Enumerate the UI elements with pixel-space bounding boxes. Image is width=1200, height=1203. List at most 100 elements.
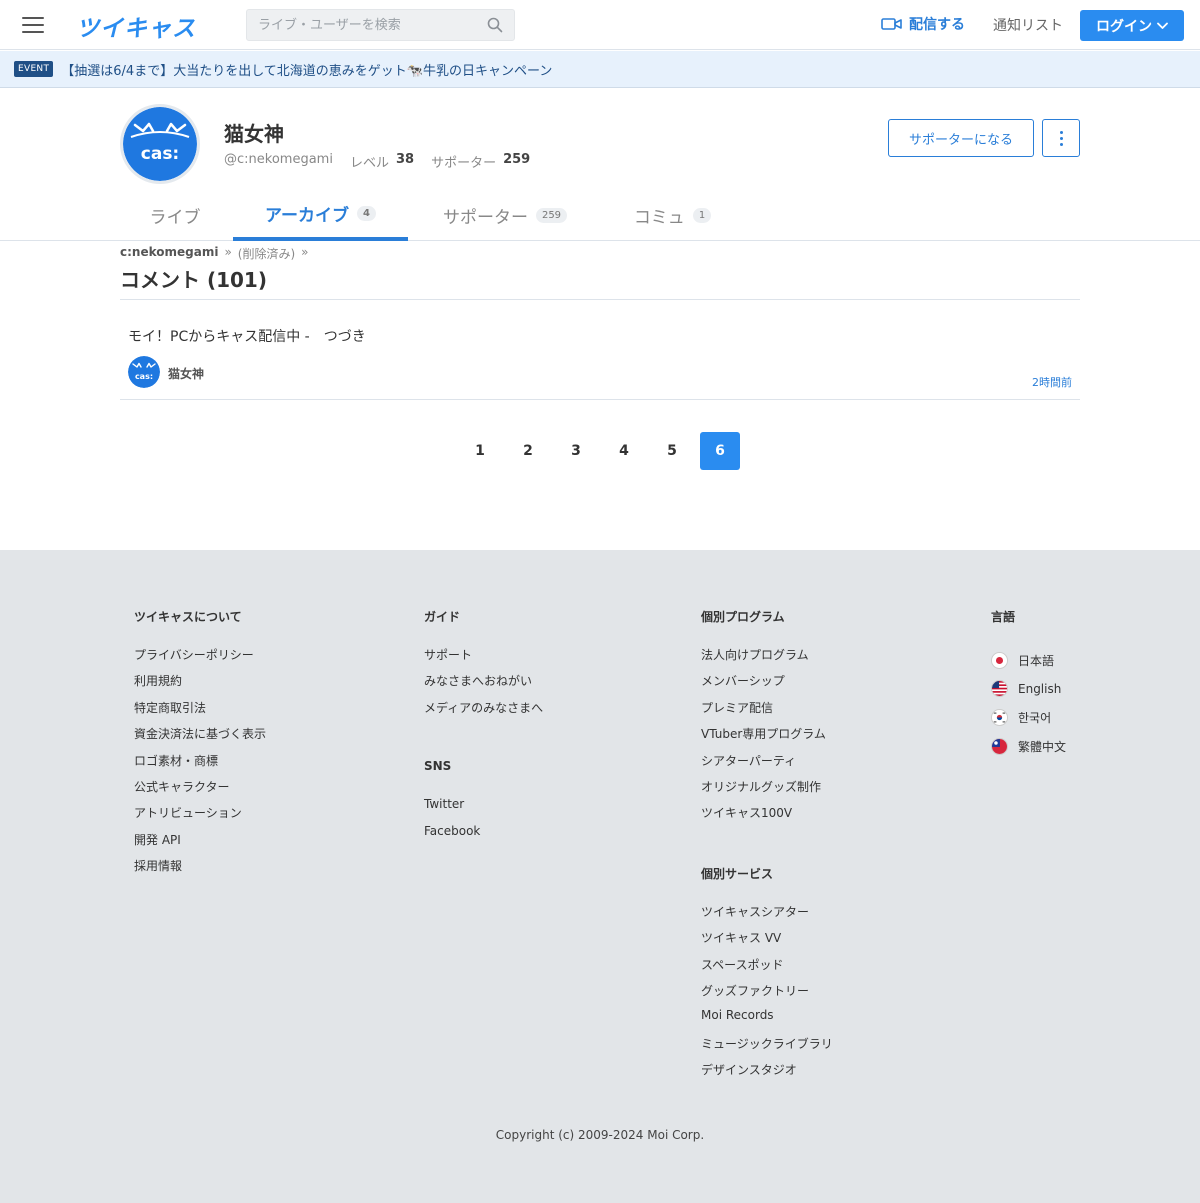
search-input[interactable] bbox=[247, 10, 467, 40]
footer-link[interactable]: みなさまへおねがい bbox=[424, 672, 543, 698]
cas-avatar-icon: cas: bbox=[123, 107, 197, 181]
us-flag-icon bbox=[991, 680, 1008, 698]
svg-text:cas:: cas: bbox=[141, 144, 179, 164]
tab-label: ライブ bbox=[149, 208, 201, 228]
footer-link[interactable]: VTuber専用プログラム bbox=[701, 725, 833, 751]
profile-meta: @c:nekomegami レベル 38 サポーター 259 bbox=[224, 152, 530, 171]
footer-link[interactable]: 資金決済法に基づく表示 bbox=[134, 725, 266, 751]
event-banner: EVENT 【抽選は6/4まで】大当たりを出して北海道の恵みをゲット🐄牛乳の日キ… bbox=[0, 51, 1200, 88]
language-label: 한국어 bbox=[1018, 710, 1052, 725]
notification-list-link[interactable]: 通知リスト bbox=[993, 15, 1063, 35]
tab-community[interactable]: コミュ 1 bbox=[610, 190, 735, 241]
footer-link[interactable]: オリジナルグッズ制作 bbox=[701, 778, 833, 804]
page-link[interactable]: 5 bbox=[652, 432, 692, 470]
footer-heading: ツイキャスについて bbox=[134, 610, 242, 624]
footer-link[interactable]: Moi Records bbox=[701, 1008, 833, 1034]
footer-link[interactable]: プレミア配信 bbox=[701, 699, 833, 725]
footer-link[interactable]: 法人向けプログラム bbox=[701, 646, 833, 672]
footer-link[interactable]: デザインスタジオ bbox=[701, 1061, 833, 1087]
footer-link[interactable]: シアターパーティ bbox=[701, 752, 833, 778]
comment-timestamp[interactable]: 2時間前 bbox=[1020, 374, 1072, 390]
tab-supporters[interactable]: サポーター 259 bbox=[420, 190, 590, 241]
profile-handle: @c:nekomegami bbox=[224, 152, 333, 167]
language-option-ko[interactable]: 한국어 bbox=[991, 703, 1066, 732]
login-label: ログイン bbox=[1096, 18, 1152, 35]
divider bbox=[120, 399, 1080, 400]
footer-link[interactable]: 利用規約 bbox=[134, 672, 266, 698]
tab-label: サポーター bbox=[442, 208, 528, 228]
footer-link[interactable]: メンバーシップ bbox=[701, 672, 833, 698]
footer-link[interactable]: グッズファクトリー bbox=[701, 982, 833, 1008]
pagination: 1 2 3 4 5 6 bbox=[460, 432, 740, 470]
tab-label: コミュ bbox=[633, 208, 685, 228]
chevron-down-icon bbox=[1157, 22, 1168, 29]
footer-link[interactable]: 開発 API bbox=[134, 831, 266, 857]
footer-link[interactable]: ツイキャス VV bbox=[701, 929, 833, 955]
language-label: English bbox=[1018, 681, 1062, 696]
copyright: Copyright (c) 2009-2024 Moi Corp. bbox=[495, 1128, 705, 1142]
profile-name: 猫女神 bbox=[224, 122, 284, 146]
comments-title: コメント (101) bbox=[120, 268, 267, 292]
menu-icon[interactable] bbox=[22, 15, 44, 35]
page-link[interactable]: 3 bbox=[556, 432, 596, 470]
event-badge: EVENT bbox=[14, 61, 54, 77]
comment-avatar[interactable]: cas: bbox=[128, 356, 160, 388]
supporter-label: サポーター bbox=[431, 156, 497, 171]
footer-heading: SNS bbox=[424, 759, 452, 774]
search-icon[interactable] bbox=[487, 17, 503, 33]
language-option-en[interactable]: English bbox=[991, 675, 1066, 704]
footer-link[interactable]: スペースポッド bbox=[701, 956, 833, 982]
footer-link[interactable]: プライバシーポリシー bbox=[134, 646, 266, 672]
search-box[interactable] bbox=[246, 9, 515, 41]
footer-link[interactable]: Twitter bbox=[424, 797, 543, 823]
footer-heading: 言語 bbox=[991, 610, 1016, 624]
more-dot-icon bbox=[1059, 130, 1063, 134]
more-dot-icon bbox=[1059, 142, 1063, 146]
breadcrumb: c:nekomegami » (削除済み) » bbox=[120, 245, 309, 262]
language-option-zh-tw[interactable]: 繁體中文 bbox=[991, 732, 1066, 761]
tab-archive[interactable]: アーカイブ 4 bbox=[233, 190, 408, 241]
more-options-button[interactable] bbox=[1042, 119, 1080, 157]
become-supporter-button[interactable]: サポーターになる bbox=[888, 119, 1034, 157]
page-link[interactable]: 4 bbox=[604, 432, 644, 470]
breadcrumb-user-link[interactable]: c:nekomegami bbox=[120, 245, 218, 262]
breadcrumb-separator: » bbox=[301, 245, 309, 259]
footer-link[interactable]: ツイキャス100V bbox=[701, 804, 833, 830]
footer-link[interactable]: ミュージックライブラリ bbox=[701, 1035, 833, 1061]
broadcast-button[interactable]: 配信する bbox=[881, 14, 965, 34]
footer-link[interactable]: サポート bbox=[424, 646, 543, 672]
event-link[interactable]: 【抽選は6/4まで】大当たりを出して北海道の恵みをゲット🐄牛乳の日キャンペーン bbox=[61, 60, 552, 79]
footer-heading: 個別サービス bbox=[701, 866, 774, 881]
footer-link[interactable]: ロゴ素材・商標 bbox=[134, 752, 266, 778]
tab-live[interactable]: ライブ bbox=[120, 190, 230, 241]
page-link[interactable]: 1 bbox=[460, 432, 500, 470]
login-button[interactable]: ログイン bbox=[1080, 10, 1184, 41]
level-label: レベル bbox=[349, 156, 389, 171]
comment-user-link[interactable]: 猫女神 bbox=[168, 365, 204, 382]
breadcrumb-deleted: (削除済み) bbox=[237, 247, 296, 261]
level-value: 38 bbox=[395, 152, 415, 167]
footer-link[interactable]: メディアのみなさまへ bbox=[424, 699, 543, 725]
taiwan-flag-icon bbox=[991, 737, 1008, 755]
footer-link[interactable]: 特定商取引法 bbox=[134, 699, 266, 725]
footer-link[interactable]: 採用情報 bbox=[134, 857, 266, 883]
footer-programs: 個別プログラム 法人向けプログラム メンバーシップ プレミア配信 VTuber専… bbox=[701, 608, 833, 1087]
footer: ツイキャスについて プライバシーポリシー 利用規約 特定商取引法 資金決済法に基… bbox=[0, 550, 1200, 1203]
footer-link[interactable]: 公式キャラクター bbox=[134, 778, 266, 804]
video-camera-icon bbox=[881, 18, 902, 30]
footer-heading: ガイド bbox=[424, 610, 461, 624]
footer-link[interactable]: Facebook bbox=[424, 824, 543, 850]
comment-text: モイ！PCからキャス配信中 - つづき bbox=[128, 329, 366, 345]
logo[interactable]: ツイキャス bbox=[76, 9, 196, 43]
page-link-current[interactable]: 6 bbox=[700, 432, 740, 470]
footer-heading: 個別プログラム bbox=[701, 610, 785, 624]
profile-tabs: ライブ アーカイブ 4 サポーター 259 コミュ 1 bbox=[0, 190, 1200, 241]
breadcrumb-separator: » bbox=[224, 245, 232, 259]
tab-label: アーカイブ bbox=[265, 206, 349, 226]
tab-count: 1 bbox=[692, 208, 712, 223]
footer-link[interactable]: アトリビューション bbox=[134, 804, 266, 830]
language-option-ja[interactable]: 日本語 bbox=[991, 646, 1066, 675]
page-link[interactable]: 2 bbox=[508, 432, 548, 470]
language-label: 日本語 bbox=[1018, 653, 1055, 668]
footer-link[interactable]: ツイキャスシアター bbox=[701, 903, 833, 929]
